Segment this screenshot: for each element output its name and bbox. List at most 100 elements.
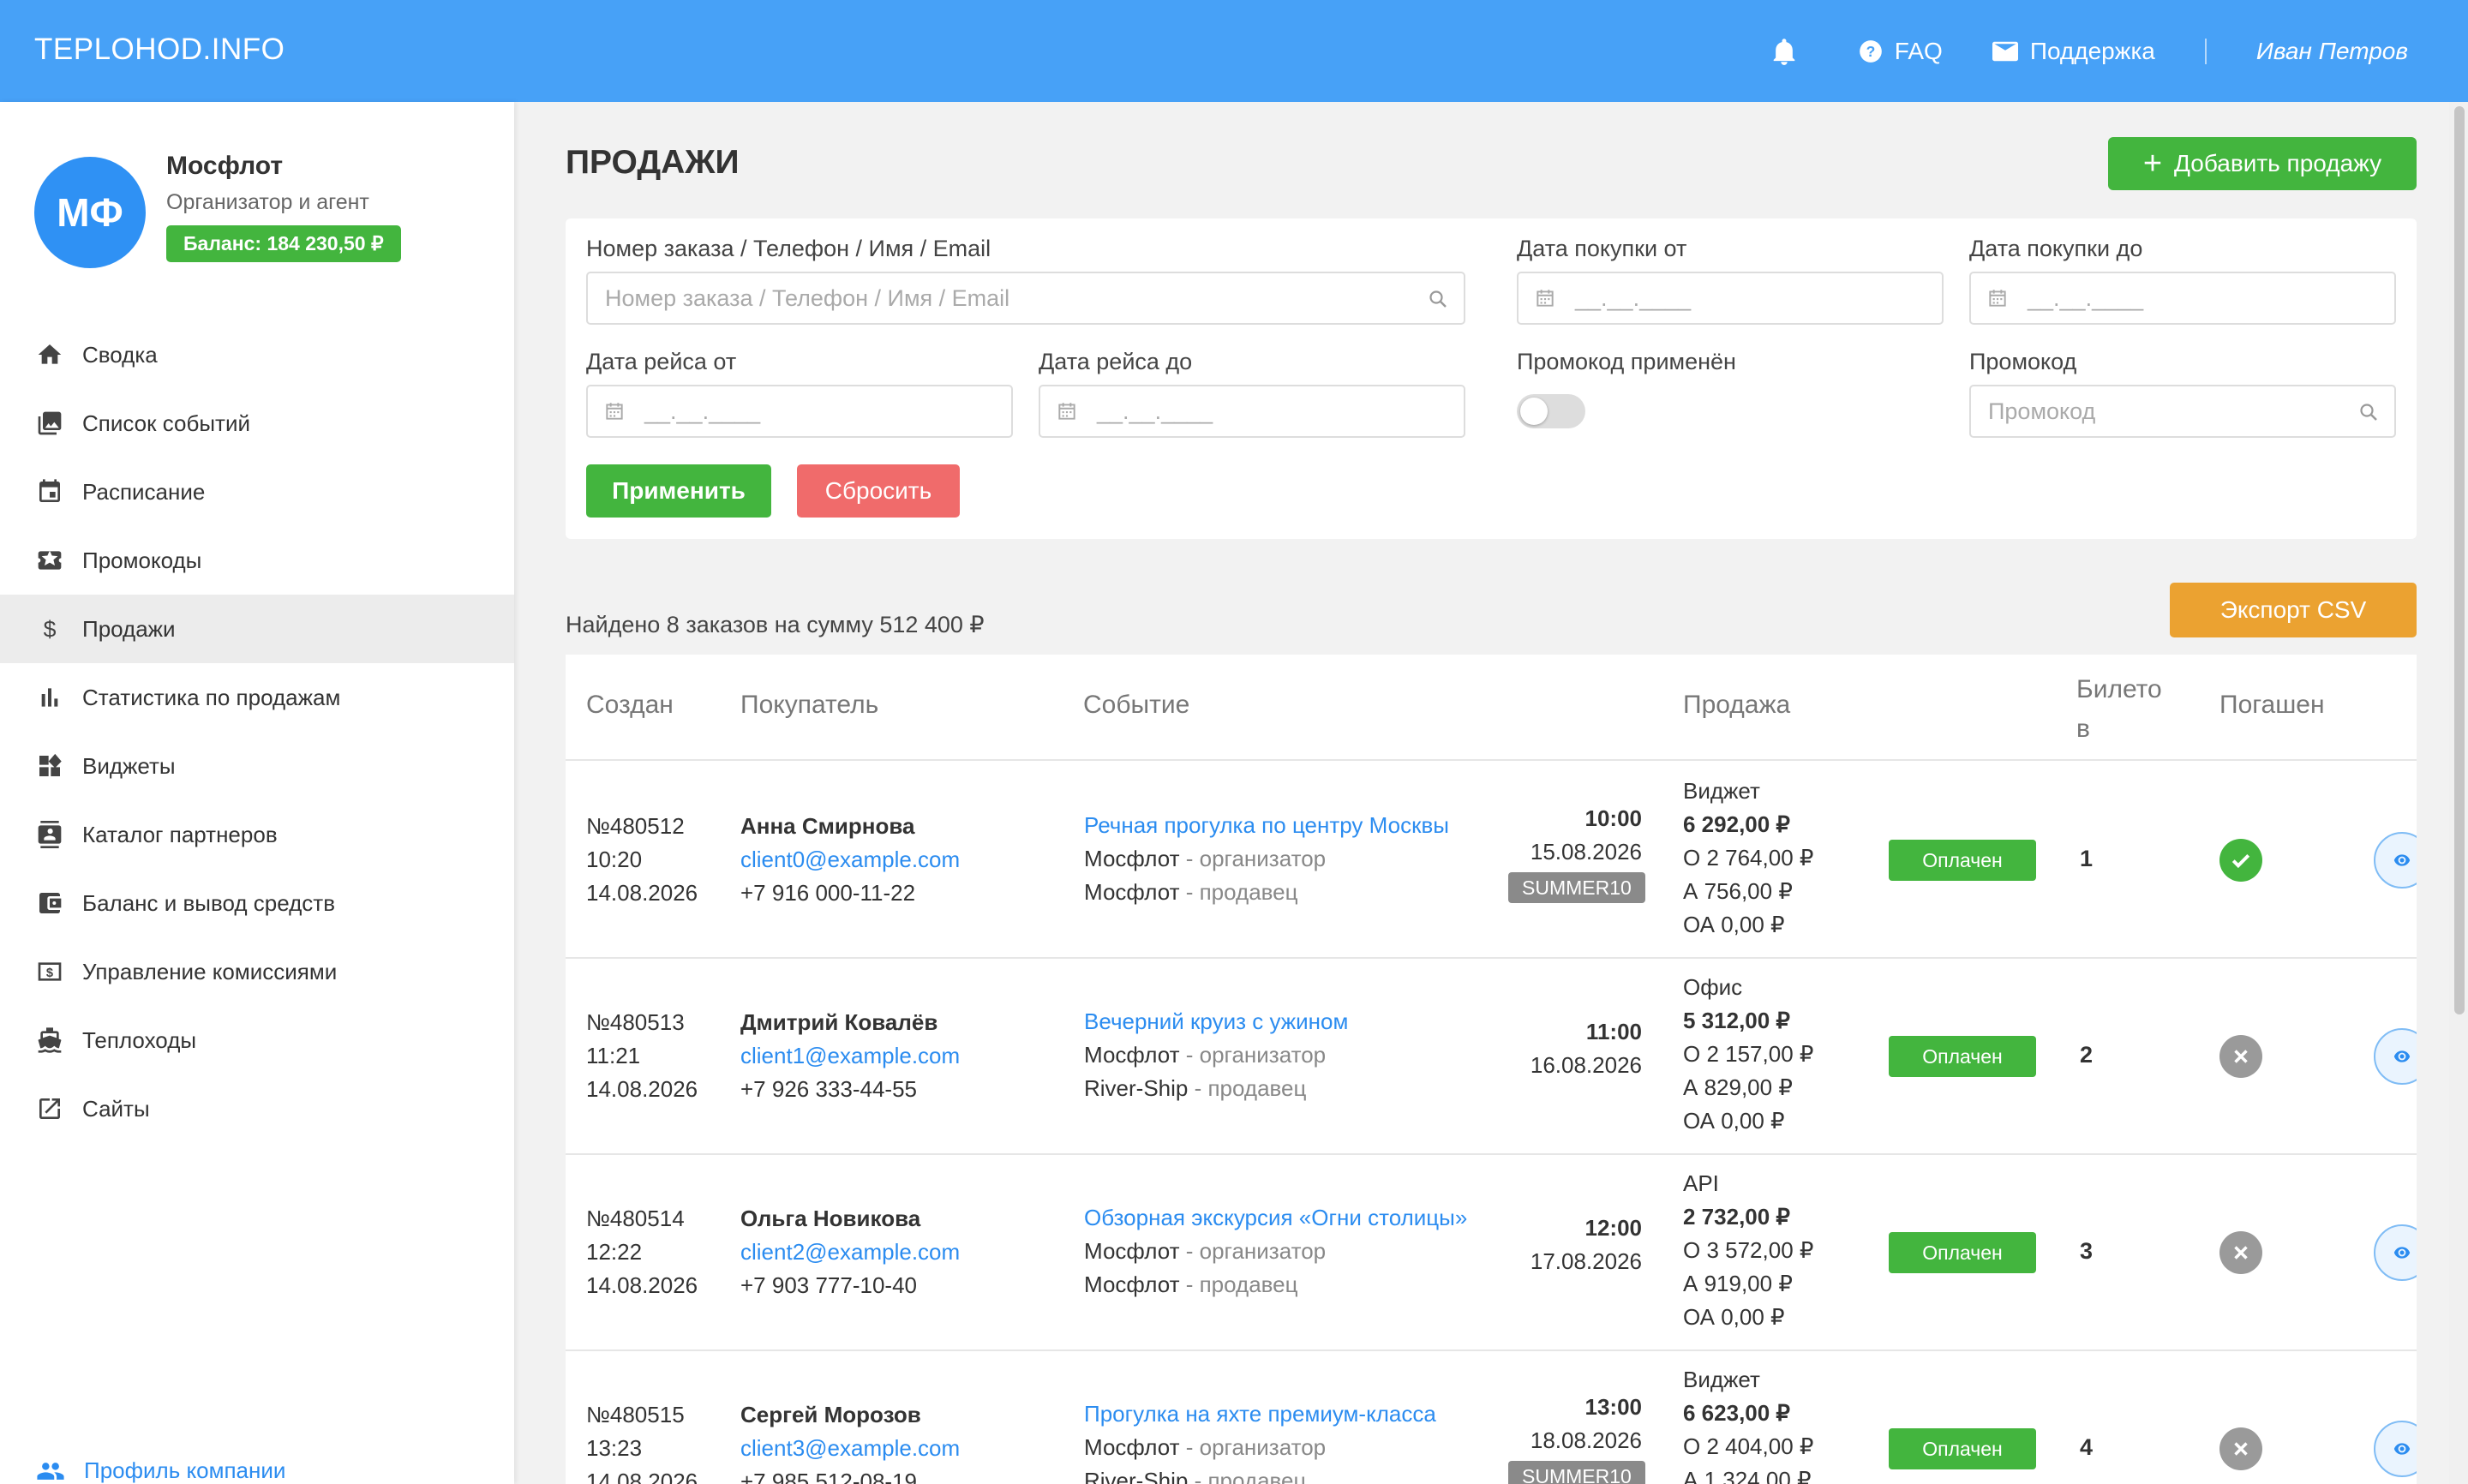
support-label: Поддержка xyxy=(2029,37,2155,64)
trip-datetime: 10:00 15.08.2026 SUMMER10 xyxy=(1508,802,1645,904)
eye-icon xyxy=(2393,854,2411,866)
buyer-email-link[interactable]: client0@example.com xyxy=(740,843,960,877)
buyer-info: Дмитрий Ковалёв client1@example.com +7 9… xyxy=(740,1006,960,1106)
event-link[interactable]: Обзорная экскурсия «Огни столицы» xyxy=(1084,1201,1467,1235)
sidebar-item-label: Управление комиссиями xyxy=(82,958,338,984)
seller-name: Мосфлот xyxy=(1084,1272,1180,1297)
sidebar-item-widgets[interactable]: Виджеты xyxy=(0,732,514,800)
buyer-email-link[interactable]: client2@example.com xyxy=(740,1236,960,1269)
contacts-icon xyxy=(38,821,62,848)
sidebar-item-sales-stats[interactable]: Статистика по продажам xyxy=(0,663,514,732)
sidebar-item-commissions[interactable]: $ Управление комиссиями xyxy=(0,937,514,1006)
user-menu[interactable]: Иван Петров xyxy=(2256,38,2408,65)
apply-filters-button[interactable]: Применить xyxy=(586,464,771,518)
table-row[interactable]: №480513 11:21 14.08.2026 Дмитрий Ковалёв… xyxy=(566,959,2417,1155)
status-badge: Оплачен xyxy=(1889,1036,2036,1077)
not-redeemed-x-icon xyxy=(2219,1427,2262,1470)
order-created-date: 14.08.2026 xyxy=(586,1272,698,1298)
add-sale-button[interactable]: + Добавить продажу xyxy=(2108,137,2417,190)
sale-breakdown: Офис 5 312,00 ₽ О 2 157,00 ₽ А 829,00 ₽ … xyxy=(1683,971,1813,1138)
ticket-icon xyxy=(38,550,62,570)
people-icon xyxy=(37,1462,64,1480)
order-number: №480515 xyxy=(586,1402,685,1427)
buyer-phone: +7 903 777-10-40 xyxy=(740,1272,918,1298)
sale-total: 2 732,00 ₽ xyxy=(1683,1204,1790,1230)
trip-datetime: 12:00 17.08.2026 xyxy=(1508,1212,1642,1278)
sidebar-item-sales[interactable]: $ Продажи xyxy=(0,595,514,663)
column-sale[interactable]: Продажа xyxy=(1683,691,1790,720)
sidebar-item-balance[interactable]: Баланс и вывод средств xyxy=(0,869,514,937)
company-avatar: МФ xyxy=(34,157,146,268)
purchase-to-input[interactable]: __.__.____ xyxy=(1969,272,2396,325)
sidebar-item-promocodes[interactable]: Промокоды xyxy=(0,526,514,595)
company-profile-label: Профиль компании xyxy=(84,1457,286,1483)
sale-total: 5 312,00 ₽ xyxy=(1683,1008,1790,1033)
search-icon xyxy=(1429,290,1447,308)
order-number: №480514 xyxy=(586,1206,685,1231)
results-summary: Найдено 8 заказов на сумму 512 400 ₽ xyxy=(566,612,985,637)
view-order-button[interactable] xyxy=(2374,832,2417,889)
event-link[interactable]: Речная прогулка по центру Москвы xyxy=(1084,809,1449,842)
trip-time: 10:00 xyxy=(1584,805,1643,831)
view-order-button[interactable] xyxy=(2374,1028,2417,1085)
event-link[interactable]: Прогулка на яхте премиум-класса xyxy=(1084,1397,1436,1431)
events-icon xyxy=(38,411,62,435)
trip-to-input[interactable]: __.__.____ xyxy=(1039,385,1465,438)
search-input[interactable]: Номер заказа / Телефон / Имя / Email xyxy=(586,272,1465,325)
event-link[interactable]: Вечерний круиз с ужином xyxy=(1084,1005,1348,1038)
seller-name: River-Ship xyxy=(1084,1468,1189,1484)
order-created-time: 12:22 xyxy=(586,1239,643,1265)
reset-filters-button[interactable]: Сбросить xyxy=(797,464,960,518)
widgets-icon xyxy=(39,753,62,776)
promo-input[interactable]: Промокод xyxy=(1969,385,2396,438)
export-csv-button[interactable]: Экспорт CSV xyxy=(2170,583,2417,637)
buyer-email-link[interactable]: client3@example.com xyxy=(740,1432,960,1465)
buyer-phone: +7 916 000-11-22 xyxy=(740,880,916,906)
page-scrollbar-thumb[interactable] xyxy=(2454,106,2465,1014)
faq-link[interactable]: ? FAQ xyxy=(1859,38,1943,65)
order-created: №480513 11:21 14.08.2026 xyxy=(586,1006,698,1106)
table-row[interactable]: №480512 10:20 14.08.2026 Анна Смирнова c… xyxy=(566,763,2417,959)
trip-from-input[interactable]: __.__.____ xyxy=(586,385,1013,438)
sidebar-item-summary[interactable]: Сводка xyxy=(0,320,514,389)
column-redeemed[interactable]: Погашен xyxy=(2219,691,2325,720)
promo-code-badge: SUMMER10 xyxy=(1508,1461,1645,1484)
buyer-name: Анна Смирнова xyxy=(740,813,915,839)
support-link[interactable]: Поддержка xyxy=(1992,38,2155,65)
order-created-date: 14.08.2026 xyxy=(586,1469,698,1484)
sidebar-item-ships[interactable]: Теплоходы xyxy=(0,1006,514,1074)
dollar-icon: $ xyxy=(44,616,57,642)
tickets-count: 4 xyxy=(2080,1434,2094,1460)
plus-icon: + xyxy=(2142,146,2163,182)
buyer-email-link[interactable]: client1@example.com xyxy=(740,1039,960,1073)
order-created: №480514 12:22 14.08.2026 xyxy=(586,1202,698,1302)
sidebar-item-partners[interactable]: Каталог партнеров xyxy=(0,800,514,869)
status-badge: Оплачен xyxy=(1889,840,2036,881)
table-row[interactable]: №480514 12:22 14.08.2026 Ольга Новикова … xyxy=(566,1155,2417,1351)
sidebar-item-sites[interactable]: Сайты xyxy=(0,1074,514,1143)
column-buyer[interactable]: Покупатель xyxy=(740,691,878,720)
promo-applied-toggle[interactable] xyxy=(1517,394,1585,428)
sidebar-item-schedule[interactable]: Расписание xyxy=(0,458,514,526)
column-tickets[interactable]: Билето в xyxy=(2076,670,2162,749)
sidebar-item-label: Промокоды xyxy=(82,547,202,573)
sidebar-item-events[interactable]: Список событий xyxy=(0,389,514,458)
sale-total: 6 623,00 ₽ xyxy=(1683,1400,1790,1426)
balance-badge: Баланс: 184 230,50 ₽ xyxy=(166,225,401,262)
order-created-time: 10:20 xyxy=(586,847,643,872)
table-row[interactable]: №480515 13:23 14.08.2026 Сергей Морозов … xyxy=(566,1351,2417,1484)
buyer-phone: +7 985 512-08-19 xyxy=(740,1469,918,1484)
event-organizer: Мосфлот - организатор xyxy=(1084,1038,1348,1072)
view-order-button[interactable] xyxy=(2374,1224,2417,1281)
status-badge: Оплачен xyxy=(1889,1232,2036,1273)
column-event[interactable]: Событие xyxy=(1083,691,1189,720)
calendar-icon xyxy=(1537,290,1554,307)
brand-logo[interactable]: TEPLOHOD.INFO xyxy=(34,33,285,67)
sidebar-item-label: Каталог партнеров xyxy=(82,821,278,847)
notifications-button[interactable] xyxy=(1771,38,1809,65)
column-created[interactable]: Создан xyxy=(586,691,674,720)
company-profile-link[interactable]: Профиль компании xyxy=(36,1457,285,1484)
not-redeemed-x-icon xyxy=(2219,1035,2262,1078)
purchase-from-input[interactable]: __.__.____ xyxy=(1517,272,1944,325)
view-order-button[interactable] xyxy=(2374,1421,2417,1477)
